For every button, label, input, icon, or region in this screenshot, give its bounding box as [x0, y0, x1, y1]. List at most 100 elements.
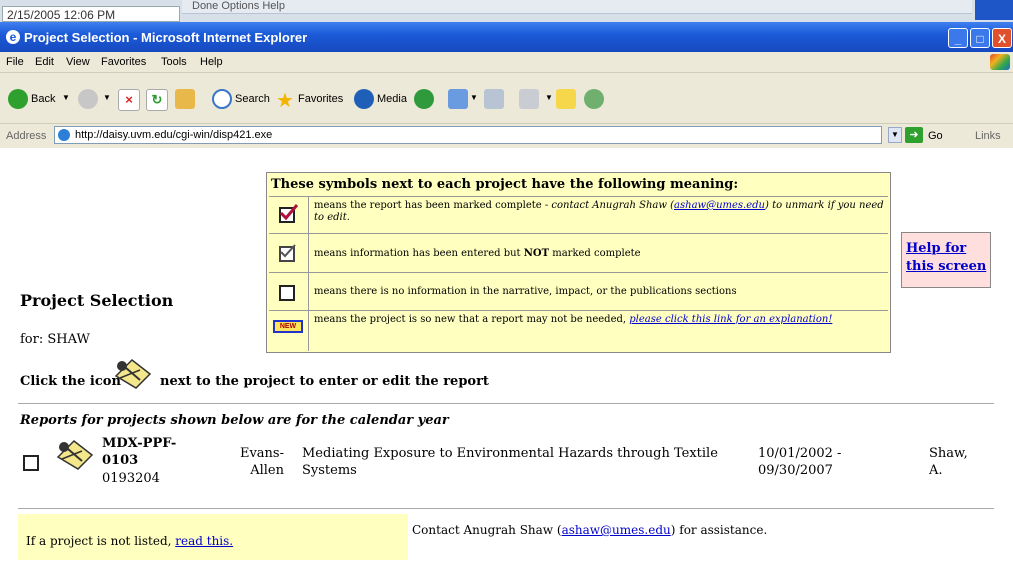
- edit-dropdown-icon[interactable]: ▼: [545, 93, 553, 102]
- empty-text: means there is no information in the nar…: [314, 286, 737, 297]
- project-number: 0193204: [102, 471, 160, 486]
- search-button[interactable]: Search: [235, 93, 270, 105]
- incomplete-check-icon: [279, 244, 296, 262]
- favorites-star-icon[interactable]: ★: [276, 88, 294, 113]
- minimize-button[interactable]: _: [948, 28, 968, 48]
- project-row: MDX-PPF- 0103 0193204 Evans- Allen Mediati…: [18, 433, 994, 505]
- links-button[interactable]: Links: [975, 130, 1001, 142]
- back-button[interactable]: Back: [31, 93, 55, 105]
- project-status-checkbox[interactable]: [23, 455, 39, 471]
- page-title: Project Selection: [20, 291, 174, 310]
- mail-icon[interactable]: [448, 89, 468, 109]
- menu-tools[interactable]: Tools: [161, 56, 187, 68]
- project-pi: Shaw, A.: [929, 445, 968, 479]
- edit-pencil-icon: [110, 356, 154, 390]
- background-window-edge: [975, 0, 1013, 20]
- for-label: for: SHAW: [20, 332, 90, 347]
- legend-heading: These symbols next to each project have …: [271, 177, 739, 192]
- project-edit-icon[interactable]: [52, 437, 96, 471]
- legend-box: These symbols next to each project have …: [266, 172, 891, 353]
- contact-text-after: ) for assistance.: [670, 523, 768, 537]
- project-id-line2: 0103: [102, 453, 139, 468]
- instruction-text-after: next to the project to enter or edit the…: [160, 374, 489, 389]
- edit-icon[interactable]: [519, 89, 539, 109]
- legend-row-complete: means the report has been marked complet…: [269, 196, 888, 234]
- project-title-line1: Mediating Exposure to Environmental Haza…: [302, 446, 718, 461]
- empty-checkbox-icon: [279, 285, 295, 301]
- new-text: means the project is so new that a repor…: [314, 314, 630, 325]
- page-icon: [58, 129, 70, 141]
- messenger-icon[interactable]: [584, 89, 604, 109]
- mail-dropdown-icon[interactable]: ▼: [470, 93, 478, 102]
- discuss-icon[interactable]: [556, 89, 576, 109]
- complete-check-icon: [279, 204, 299, 223]
- contact-text: Contact Anugrah Shaw (: [412, 523, 562, 537]
- go-button[interactable]: Go: [928, 130, 943, 142]
- address-label: Address: [6, 130, 47, 142]
- incomplete-not: NOT: [523, 248, 550, 259]
- help-link-line1[interactable]: Help for: [906, 241, 966, 256]
- address-dropdown-icon[interactable]: ▼: [888, 127, 902, 143]
- address-bar: Address http://daisy.uvm.edu/cgi-win/dis…: [0, 124, 1013, 148]
- read-this-link[interactable]: read this.: [175, 534, 233, 548]
- stop-icon[interactable]: ×: [118, 89, 140, 111]
- windows-logo-icon: [990, 54, 1010, 70]
- complete-text: means the report has been marked complet…: [314, 200, 552, 211]
- menu-bar: File Edit View Favorites Tools Help: [0, 52, 1013, 73]
- history-icon[interactable]: [414, 89, 434, 109]
- back-arrow-icon[interactable]: [8, 89, 28, 109]
- contact-email-link[interactable]: ashaw@umes.edu: [562, 523, 671, 537]
- background-toolbar: Done Options Help: [182, 0, 972, 14]
- pi-line2: A.: [929, 463, 943, 478]
- forward-arrow-icon[interactable]: [78, 89, 98, 109]
- not-listed-text: If a project is not listed,: [26, 534, 176, 548]
- search-icon[interactable]: [212, 89, 232, 109]
- help-box[interactable]: Help for this screen: [901, 232, 991, 288]
- close-button[interactable]: X: [992, 28, 1012, 48]
- media-icon[interactable]: [354, 89, 374, 109]
- favorites-button[interactable]: Favorites: [298, 93, 343, 105]
- legend-row-incomplete: means information has been entered but N…: [269, 233, 888, 273]
- address-input[interactable]: http://daisy.uvm.edu/cgi-win/disp421.exe: [54, 126, 882, 144]
- legend-row-empty: means there is no information in the nar…: [269, 272, 888, 311]
- project-start: 10/01/2002 -: [758, 446, 842, 461]
- legend-email-link[interactable]: ashaw@umes.edu: [674, 200, 765, 211]
- page-content: These symbols next to each project have …: [0, 149, 1013, 581]
- window-title: Project Selection - Microsoft Internet E…: [24, 30, 308, 45]
- project-end: 09/30/2007: [758, 463, 833, 478]
- project-id: MDX-PPF- 0103: [102, 435, 176, 469]
- ie-icon: e: [6, 30, 20, 44]
- forward-dropdown-icon[interactable]: ▼: [103, 93, 111, 102]
- media-button[interactable]: Media: [377, 93, 407, 105]
- new-badge-icon: NEW: [273, 320, 303, 333]
- refresh-icon[interactable]: ↻: [146, 89, 168, 111]
- menu-view[interactable]: View: [66, 56, 90, 68]
- project-id-line1: MDX-PPF-: [102, 436, 177, 451]
- print-icon[interactable]: [484, 89, 504, 109]
- menu-edit[interactable]: Edit: [35, 56, 54, 68]
- divider: [18, 508, 994, 509]
- project-title-line2: Systems: [302, 463, 357, 478]
- menu-favorites[interactable]: Favorites: [101, 56, 146, 68]
- institution-line2: Allen: [250, 463, 284, 478]
- timestamp-label: 2/15/2005 12:06 PM: [2, 6, 180, 22]
- contact-line: Contact Anugrah Shaw (ashaw@umes.edu) fo…: [412, 523, 767, 537]
- address-url[interactable]: http://daisy.uvm.edu/cgi-win/disp421.exe: [75, 129, 272, 141]
- incomplete-text-after: marked complete: [549, 248, 641, 259]
- go-arrow-icon[interactable]: ➜: [905, 127, 923, 143]
- menu-file[interactable]: File: [6, 56, 24, 68]
- legend-row-new: NEW means the project is so new that a r…: [269, 310, 888, 351]
- home-icon[interactable]: [175, 89, 195, 109]
- menu-help[interactable]: Help: [200, 56, 223, 68]
- divider: [18, 403, 994, 404]
- help-link-line2[interactable]: this screen: [906, 259, 986, 274]
- title-bar: e Project Selection - Microsoft Internet…: [0, 22, 1013, 52]
- maximize-button[interactable]: □: [970, 28, 990, 48]
- toolbar: Back ▼ ▼ × ↻ Search ★ Favorites Media ▼ …: [0, 73, 1013, 124]
- help-link[interactable]: Help for this screen: [906, 241, 986, 274]
- reports-note: Reports for projects shown below are for…: [20, 413, 449, 428]
- back-dropdown-icon[interactable]: ▼: [62, 93, 70, 102]
- background-window: 2/15/2005 12:06 PM Done Options Help: [0, 0, 1013, 22]
- new-explanation-link[interactable]: please click this link for an explanatio…: [629, 314, 832, 325]
- institution-line1: Evans-: [239, 446, 284, 461]
